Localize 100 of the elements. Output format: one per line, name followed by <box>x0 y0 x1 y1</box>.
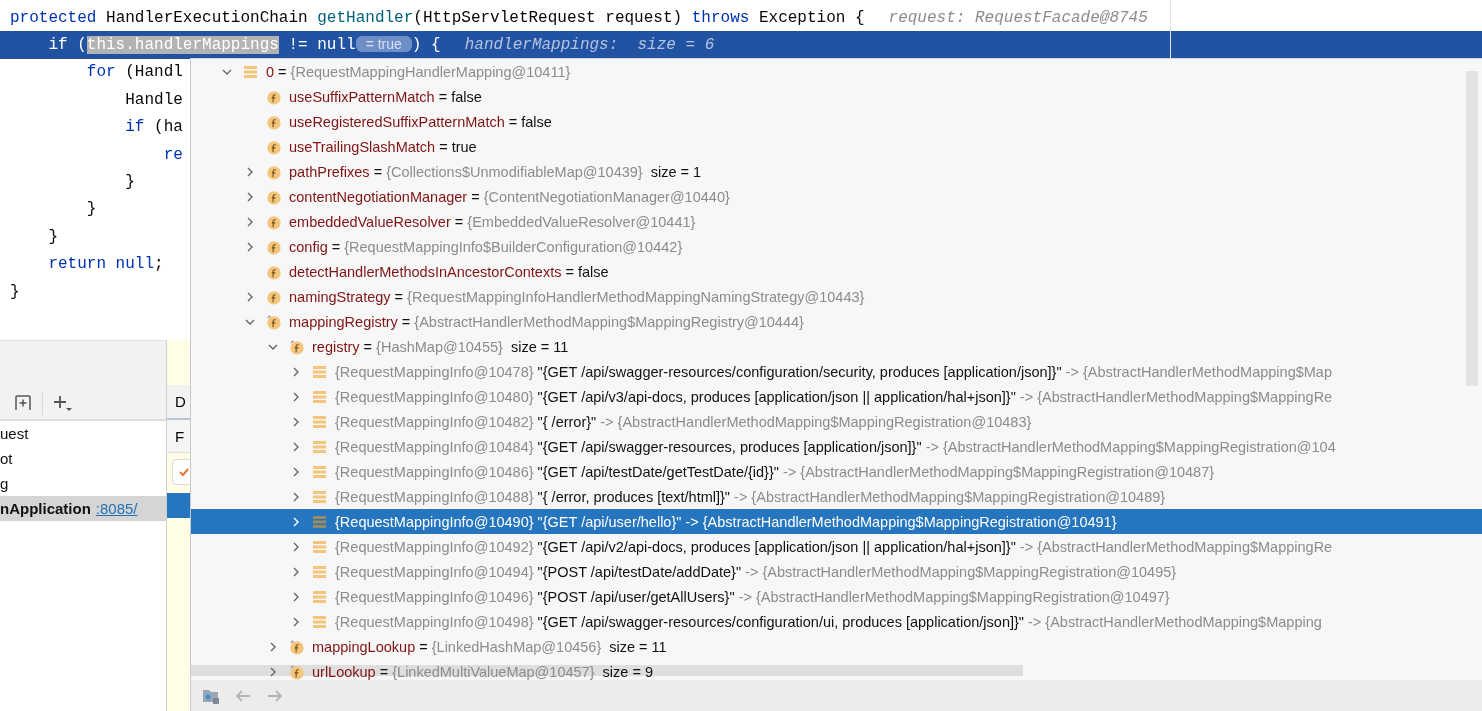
list-icon <box>312 463 328 480</box>
field-icon <box>266 163 282 180</box>
tree-row[interactable]: {RequestMappingInfo@10494} "{POST /api/testDate/addDate}" -> {AbstractHandlerMethodMapping$MappingRegistration@10495} <box>191 559 1482 584</box>
variable-text: urlLookup = {LinkedMultiValueMap@10457} size = 9 <box>312 663 653 680</box>
variable-text: useTrailingSlashMatch = true <box>289 138 477 155</box>
variable-text: namingStrategy = {RequestMappingInfoHandlerMethodMappingNamingStrategy@10443} <box>289 288 865 305</box>
variable-text: config = {RequestMappingInfo$BuilderConfiguration@10442} <box>289 238 683 255</box>
new-tab-icon[interactable] <box>12 392 34 413</box>
service-item[interactable]: ot <box>0 446 166 471</box>
map-entry-text: {RequestMappingInfo@10496} "{POST /api/user/getAllUsers}" -> {AbstractHandlerMethodMapping$MappingRegistration@10497} <box>335 588 1170 605</box>
port-link[interactable]: :8085/ <box>95 500 138 517</box>
variable-text: detectHandlerMethodsInAncestorContexts = false <box>289 263 609 280</box>
field-icon <box>266 238 282 255</box>
tree-row[interactable]: embeddedValueResolver = {EmbeddedValueResolver@10441} <box>191 209 1482 234</box>
tree-row[interactable]: contentNegotiationManager = {ContentNegotiationManager@10440} <box>191 184 1482 209</box>
map-entry-text: {RequestMappingInfo@10490} "{GET /api/user/hello}" -> {AbstractHandlerMethodMapping$MappingRegistration@10491} <box>335 513 1117 530</box>
code-line: if (ha <box>124 118 183 137</box>
tree-row[interactable]: mappingLookup = {LinkedHashMap@10456} size = 11 <box>191 634 1482 659</box>
code-line: return null; <box>47 255 164 274</box>
row-highlight <box>167 493 190 518</box>
field-icon <box>266 138 282 155</box>
list-icon <box>312 388 328 405</box>
check-icon <box>179 467 189 477</box>
code-line: } <box>124 173 135 192</box>
tree-row[interactable]: urlLookup = {LinkedMultiValueMap@10457} size = 9 <box>191 659 1482 680</box>
service-name: uest <box>0 425 29 442</box>
code-line: if (this.handlerMappings != null = true ) { <box>47 36 441 55</box>
variable-text: mappingRegistry = {AbstractHandlerMethodMapping$MappingRegistry@10444} <box>289 313 804 330</box>
list-icon <box>312 438 328 455</box>
field-icon <box>266 113 282 130</box>
list-icon <box>312 363 328 380</box>
map-entry-text: {RequestMappingInfo@10484} "{GET /api/swagger-resources, produces [application/json]}" -> {AbstractHandlerMethodMapping$MappingRegistration@104 <box>335 438 1336 455</box>
field-icon <box>266 88 282 105</box>
tree-row[interactable]: {RequestMappingInfo@10488} "{ /error, produces [text/html]}" -> {AbstractHandlerMethodMapping$MappingRegistration@10489} <box>191 484 1482 509</box>
tree-row[interactable]: {RequestMappingInfo@10482} "{ /error}" -> {AbstractHandlerMethodMapping$MappingRegistration@10483} <box>191 409 1482 434</box>
code-line: } <box>47 227 58 246</box>
field-icon <box>266 288 282 305</box>
service-item[interactable]: g <box>0 471 166 496</box>
tree-row[interactable]: {RequestMappingInfo@10492} "{GET /api/v2/api-docs, produces [application/json || application/hal+json]}" -> {AbstractHandlerMethodMapping$MappingRe <box>191 534 1482 559</box>
service-item[interactable]: uest <box>0 421 166 446</box>
map-entry-text: {RequestMappingInfo@10486} "{GET /api/testDate/getTestDate/{id}}" -> {AbstractHandlerMethodMapping$MappingRegistration@10487} <box>335 463 1215 480</box>
service-name: ot <box>0 450 13 467</box>
variable-text: embeddedValueResolver = {EmbeddedValueResolver@10441} <box>289 213 696 230</box>
variable-text: mappingLookup = {LinkedHashMap@10456} size = 11 <box>312 638 667 655</box>
tree-row[interactable]: pathPrefixes = {Collections$UnmodifiableMap@10439} size = 1 <box>191 159 1482 184</box>
list-icon <box>312 513 328 530</box>
tree-row[interactable]: useRegisteredSuffixPatternMatch = false <box>191 109 1482 134</box>
tree-row[interactable]: namingStrategy = {RequestMappingInfoHandlerMethodMappingNamingStrategy@10443} <box>191 284 1482 309</box>
inline-hint: request: RequestFacade@8745 <box>888 8 1148 27</box>
tree-row[interactable]: 0 = {RequestMappingHandlerMapping@10411} <box>191 59 1482 84</box>
field-icon <box>266 188 282 205</box>
map-entry-text: {RequestMappingInfo@10480} "{GET /api/v3/api-docs, produces [application/json || application/hal+json]}" -> {AbstractHandlerMethodMapping$MappingRe <box>335 388 1333 405</box>
map-entry-text: {RequestMappingInfo@10478} "{GET /api/swagger-resources/configuration/security, produces [application/json]}" -> {AbstractHandlerMethodMapping$Map <box>335 363 1332 380</box>
tree-row[interactable]: {RequestMappingInfo@10490} "{GET /api/user/hello}" -> {AbstractHandlerMethodMapping$MappingRegistration@10491} <box>191 509 1482 534</box>
field-icon <box>289 638 305 655</box>
tree-row[interactable]: detectHandlerMethodsInAncestorContexts = false <box>191 259 1482 284</box>
variable-text: useSuffixPatternMatch = false <box>289 88 482 105</box>
map-entry-text: {RequestMappingInfo@10498} "{GET /api/swagger-resources/configuration/ui, produces [application/json]}" -> {AbstractHandlerMethodMapping$Mapping <box>335 613 1322 630</box>
tree-row[interactable]: useTrailingSlashMatch = true <box>191 134 1482 159</box>
code-line: for (Handl <box>85 63 183 82</box>
field-icon <box>266 213 282 230</box>
service-name: g <box>0 475 9 492</box>
code-line: } <box>10 282 20 301</box>
map-entry-text: {RequestMappingInfo@10494} "{POST /api/testDate/addDate}" -> {AbstractHandlerMethodMapping$MappingRegistration@10495} <box>335 563 1177 580</box>
list-icon <box>243 63 259 80</box>
variable-text: useRegisteredSuffixPatternMatch = false <box>289 113 552 130</box>
tree-row[interactable]: {RequestMappingInfo@10478} "{GET /api/swagger-resources/configuration/security, produces [application/json]}" -> {AbstractHandlerMethodMapping$Map <box>191 359 1482 384</box>
field-icon <box>289 663 305 680</box>
code-line: Handle <box>124 90 183 109</box>
tree-row[interactable]: config = {RequestMappingInfo$BuilderConfiguration@10442} <box>191 234 1482 259</box>
map-entry-text: {RequestMappingInfo@10488} "{ /error, produces [text/html]}" -> {AbstractHandlerMethodMapping$MappingRegistration@10489} <box>335 488 1166 505</box>
service-item[interactable]: nApplication :8085/ <box>0 496 166 521</box>
tree-row[interactable]: mappingRegistry = {AbstractHandlerMethodMapping$MappingRegistry@10444} <box>191 309 1482 334</box>
variable-text: pathPrefixes = {Collections$UnmodifiableMap@10439} size = 1 <box>289 163 702 180</box>
map-entry-text: {RequestMappingInfo@10482} "{ /error}" -> {AbstractHandlerMethodMapping$MappingRegistration@10483} <box>335 413 1032 430</box>
tree-row[interactable]: {RequestMappingInfo@10486} "{GET /api/testDate/getTestDate/{id}}" -> {AbstractHandlerMethodMapping$MappingRegistration@10487} <box>191 459 1482 484</box>
code-line: protected HandlerExecutionChain getHandler(HttpServletRequest request) throws Exception { <box>10 8 865 27</box>
tree-row[interactable]: {RequestMappingInfo@10484} "{GET /api/swagger-resources, produces [application/json]}" -> {AbstractHandlerMethodMapping$MappingRegistration@104 <box>191 434 1482 459</box>
tree-row[interactable]: registry = {HashMap@10455} size = 11 <box>191 334 1482 359</box>
list-icon <box>312 413 328 430</box>
tree-row[interactable]: {RequestMappingInfo@10498} "{GET /api/swagger-resources/configuration/ui, produces [application/json]}" -> {AbstractHandlerMethodMapping$Mapping <box>191 609 1482 634</box>
list-icon <box>312 488 328 505</box>
code-line: } <box>85 200 97 219</box>
tree-row[interactable]: {RequestMappingInfo@10496} "{POST /api/user/getAllUsers}" -> {AbstractHandlerMethodMapping$MappingRegistration@10497} <box>191 584 1482 609</box>
list-icon <box>312 613 328 630</box>
list-icon <box>312 538 328 555</box>
field-icon <box>289 338 305 355</box>
field-icon <box>266 263 282 280</box>
map-entry-text: {RequestMappingInfo@10492} "{GET /api/v2/api-docs, produces [application/json || application/hal+json]}" -> {AbstractHandlerMethodMapping$MappingRe <box>335 538 1333 555</box>
inline-hint: handlerMappings: size = 6 <box>464 36 715 55</box>
tree-row[interactable]: {RequestMappingInfo@10480} "{GET /api/v3/api-docs, produces [application/json || application/hal+json]}" -> {AbstractHandlerMethodMapping$MappingRe <box>191 384 1482 409</box>
tree-row[interactable]: useSuffixPatternMatch = false <box>191 84 1482 109</box>
variable-text: 0 = {RequestMappingHandlerMapping@10411} <box>266 63 571 80</box>
field-icon <box>266 313 282 330</box>
list-icon <box>312 563 328 580</box>
variable-text: contentNegotiationManager = {ContentNegotiationManager@10440} <box>289 188 730 205</box>
column-label: F <box>175 427 185 445</box>
list-icon <box>312 588 328 605</box>
code-line: re <box>162 145 183 164</box>
service-name: nApplication <box>0 500 91 517</box>
